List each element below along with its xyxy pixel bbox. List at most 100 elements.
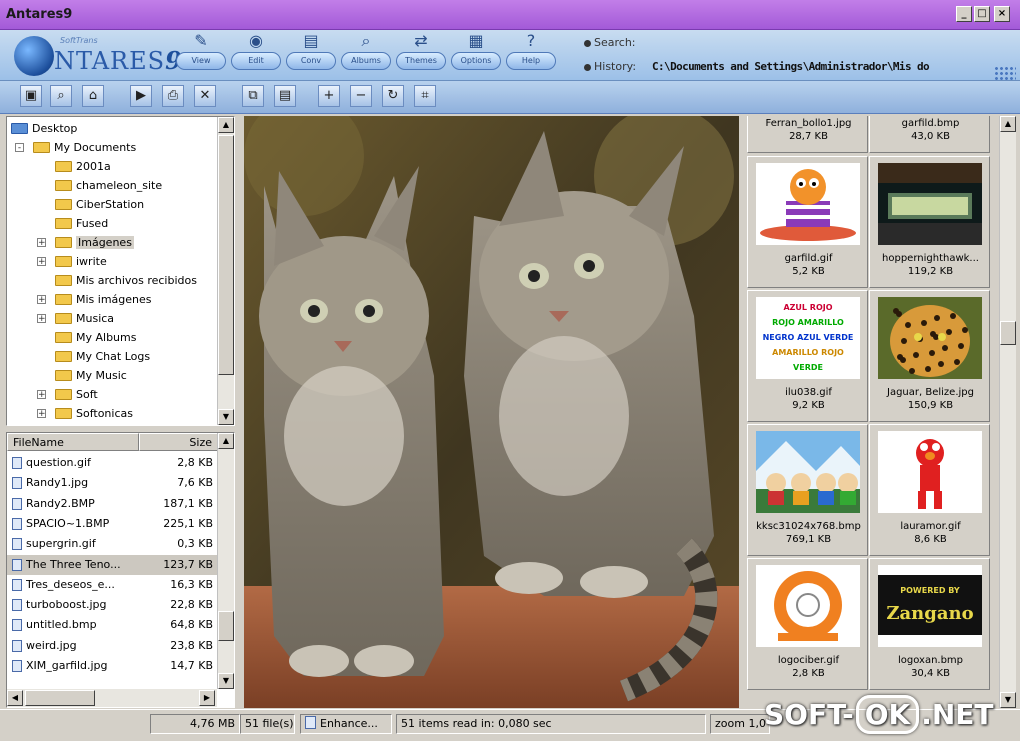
garfield-thumbnail-image <box>756 163 860 245</box>
minimize-button[interactable]: _ <box>956 6 972 22</box>
file-row[interactable]: The Three Teno... 123,7 KB <box>7 554 217 575</box>
tree-scrollbar[interactable]: ▲ ▼ <box>217 117 234 425</box>
scroll-thumb[interactable] <box>1000 321 1016 345</box>
scroll-left-icon[interactable]: ◀ <box>7 690 23 706</box>
nav-themes-button[interactable]: Themes <box>396 52 446 70</box>
slideshow-icon[interactable]: ▶ <box>130 85 152 107</box>
file-name: Randy2.BMP <box>26 496 95 510</box>
scroll-up-icon[interactable]: ▲ <box>1000 116 1016 132</box>
tree-item[interactable]: Mis imágenes <box>55 290 152 309</box>
nav-edit-button[interactable]: Edit <box>231 52 281 70</box>
scroll-up-icon[interactable]: ▲ <box>218 117 234 133</box>
folder-tree[interactable]: Desktop My Documents - 2001a chameleon_site C… <box>6 116 235 426</box>
app-header: SoftTrans NTARES9 ✎ View ◉ Edit ▤ Conv ⌕ Albums… <box>0 30 1020 104</box>
column-size[interactable]: Size <box>139 433 218 451</box>
scroll-thumb[interactable] <box>218 135 234 375</box>
thumbnail-name: ilu038.gif <box>785 387 832 398</box>
paste-icon[interactable]: ▤ <box>274 85 296 107</box>
filelist-vscrollbar[interactable]: ▲ ▼ <box>217 433 234 689</box>
tree-item[interactable]: Mis archivos recibidos <box>55 271 197 290</box>
file-row[interactable]: SPACIO~1.BMP 225,1 KB <box>7 514 217 534</box>
file-row[interactable]: untitled.bmp 64,8 KB <box>7 615 217 635</box>
zoom-out-icon[interactable]: − <box>350 85 372 107</box>
tree-item[interactable]: 2001a <box>55 157 111 176</box>
computer-icon[interactable]: ▣ <box>20 85 42 107</box>
tree-item[interactable]: CiberStation <box>55 195 144 214</box>
tree-item[interactable]: Musica <box>55 309 114 328</box>
file-list[interactable]: FileName Size question.gif 2,8 KB Randy1.j… <box>6 432 235 708</box>
nav-albums-button[interactable]: Albums <box>341 52 391 70</box>
history-path[interactable]: C:\Documents and Settings\Administrador\… <box>652 59 992 77</box>
column-filename[interactable]: FileName <box>7 433 139 451</box>
delete-icon[interactable]: ✕ <box>194 85 216 107</box>
thumbnail-image: AZUL ROJO ROJO AMARILLO NEGRO AZUL VERDE AM… <box>756 297 860 379</box>
nav-conv-button[interactable]: Conv <box>286 52 336 70</box>
tree-item[interactable]: chameleon_site <box>55 176 162 195</box>
thumbnail-scrollbar[interactable]: ▲ ▼ <box>999 116 1016 708</box>
home-icon[interactable]: ⌂ <box>82 85 104 107</box>
thumbnail-cell[interactable]: logociber.gif 2,8 KB <box>747 558 868 690</box>
print-icon[interactable]: ⎙ <box>162 85 184 107</box>
zoom-in-icon[interactable]: + <box>318 85 340 107</box>
crop-icon[interactable]: ⌗ <box>414 85 436 107</box>
file-row[interactable]: supergrin.gif 0,3 KB <box>7 534 217 554</box>
maximize-button[interactable]: □ <box>974 6 990 22</box>
scroll-up-icon[interactable]: ▲ <box>218 433 234 449</box>
expand-icon[interactable]: + <box>37 409 46 419</box>
expand-icon[interactable]: + <box>37 257 46 267</box>
tree-item[interactable]: My Chat Logs <box>55 347 150 366</box>
file-row[interactable]: XIM_garfild.jpg 14,7 KB <box>7 656 217 676</box>
file-row[interactable]: weird.jpg 23,8 KB <box>7 636 217 656</box>
nav-help-button[interactable]: Help <box>506 52 556 70</box>
thumbnail-cell[interactable]: kksc31024x768.bmp 769,1 KB <box>747 424 868 556</box>
expand-icon[interactable]: + <box>37 238 46 248</box>
rotate-icon[interactable]: ↻ <box>382 85 404 107</box>
tree-item[interactable]: iwrite <box>55 252 107 271</box>
file-row[interactable]: Randy2.BMP 187,1 KB <box>7 494 217 514</box>
file-row[interactable]: turboboost.jpg 22,8 KB <box>7 595 217 615</box>
tree-item-label: 2001a <box>76 160 111 173</box>
thumbnail-cell[interactable]: lauramor.gif 8,6 KB <box>869 424 990 556</box>
scroll-right-icon[interactable]: ▶ <box>199 690 215 706</box>
scroll-down-icon[interactable]: ▼ <box>218 409 234 425</box>
scroll-down-icon[interactable]: ▼ <box>1000 692 1016 708</box>
file-row[interactable]: question.gif 2,8 KB <box>7 453 217 473</box>
expand-icon[interactable]: + <box>37 295 46 305</box>
nav-themes-icon: ⇄ <box>414 31 428 50</box>
copy-icon[interactable]: ⧉ <box>242 85 264 107</box>
find-icon[interactable]: ⌕ <box>50 85 72 107</box>
thumbnail-cell[interactable]: Jaguar, Belize.jpg 150,9 KB <box>869 290 990 422</box>
filelist-hscrollbar[interactable]: ◀ ▶ <box>7 689 217 707</box>
search-label: Search: <box>594 36 636 49</box>
thumbnail-cell[interactable]: hoppernighthawk... 119,2 KB <box>869 156 990 288</box>
nav-options-button[interactable]: Options <box>451 52 501 70</box>
nav-view-button[interactable]: View <box>176 52 226 70</box>
close-button[interactable]: × <box>994 6 1010 22</box>
thumbnail-pane[interactable]: Ferran_bollo1.jpg 28,7 KB garfild.bmp 43,0 … <box>741 116 999 708</box>
enhance-button[interactable]: Enhance... <box>300 714 392 734</box>
tree-item[interactable]: My Documents <box>33 138 136 157</box>
thumbnail-cell[interactable]: AZUL ROJO ROJO AMARILLO NEGRO AZUL VERDE AM… <box>747 290 868 422</box>
tree-item[interactable]: Fused <box>55 214 108 233</box>
collapse-icon[interactable]: - <box>15 143 24 153</box>
image-preview[interactable] <box>244 116 739 708</box>
tree-item[interactable]: Softonicas <box>55 404 133 423</box>
expand-icon[interactable]: + <box>37 390 46 400</box>
thumbnail-name: logoxan.bmp <box>897 655 964 666</box>
tree-item[interactable]: Imágenes <box>55 233 134 252</box>
hscroll-thumb[interactable] <box>25 690 95 706</box>
tree-item[interactable]: My Music <box>55 366 127 385</box>
scroll-thumb[interactable] <box>218 611 234 641</box>
scroll-down-icon[interactable]: ▼ <box>218 673 234 689</box>
tree-item[interactable]: Desktop <box>11 119 77 138</box>
file-row[interactable]: Randy1.jpg 7,6 KB <box>7 473 217 493</box>
expand-icon[interactable]: + <box>37 314 46 324</box>
thumbnail-cell[interactable]: POWERED BY Zangano logoxan.bmp 30,4 KB <box>869 558 990 690</box>
thumbnail-cell[interactable]: garfild.bmp 43,0 KB <box>869 116 990 153</box>
thumbnail-cell[interactable]: garfild.gif 5,2 KB <box>747 156 868 288</box>
file-row[interactable]: Tres_deseos_e... 16,3 KB <box>7 575 217 595</box>
tree-item[interactable]: My Albums <box>55 328 136 347</box>
thumbnail-cell[interactable]: Ferran_bollo1.jpg 28,7 KB <box>747 116 868 153</box>
file-name: question.gif <box>26 456 91 469</box>
tree-item[interactable]: Soft <box>55 385 98 404</box>
